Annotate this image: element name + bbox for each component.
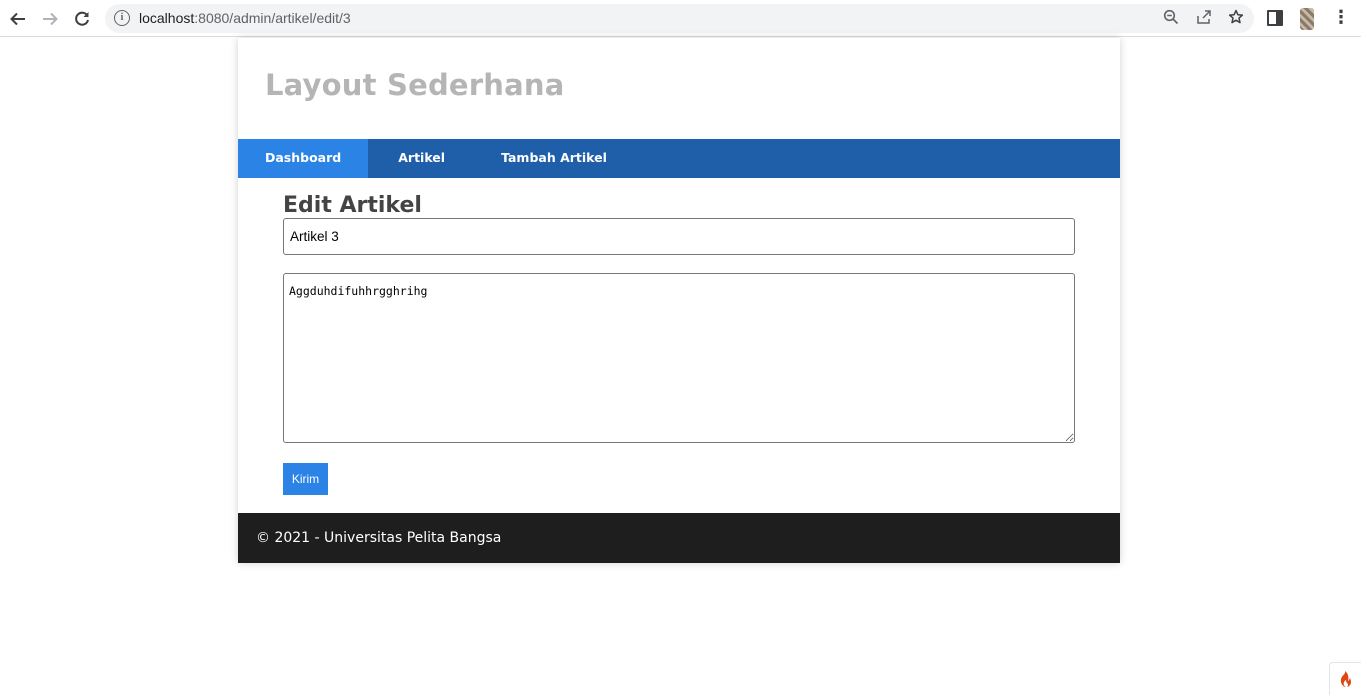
side-panel-icon[interactable] xyxy=(1264,7,1286,29)
nav-artikel[interactable]: Artikel xyxy=(368,139,474,178)
profile-avatar-icon[interactable] xyxy=(1300,8,1314,30)
zoom-icon[interactable] xyxy=(1161,9,1181,29)
site-footer: © 2021 - Universitas Pelita Bangsa xyxy=(238,513,1120,563)
nav-dashboard[interactable]: Dashboard xyxy=(238,139,369,178)
content-textarea[interactable]: Aggduhdifuhhrgghrihg xyxy=(283,273,1075,443)
bookmark-star-icon[interactable] xyxy=(1226,9,1246,29)
more-menu-icon[interactable]: ⋮ xyxy=(1332,6,1350,30)
page-container: Layout Sederhana Dashboard Artikel Tamba… xyxy=(238,38,1120,563)
share-icon[interactable] xyxy=(1194,9,1214,29)
url-text[interactable]: localhost:8080/admin/artikel/edit/3 xyxy=(139,10,351,26)
page-heading: Edit Artikel xyxy=(283,193,422,218)
address-bar[interactable]: i localhost:8080/admin/artikel/edit/3 xyxy=(105,4,1254,33)
main-nav: Dashboard Artikel Tambah Artikel xyxy=(238,139,1120,178)
codeigniter-flame-icon[interactable] xyxy=(1329,662,1361,695)
site-header: Layout Sederhana xyxy=(238,38,1120,139)
site-info-icon[interactable]: i xyxy=(114,10,130,26)
title-input[interactable] xyxy=(283,218,1075,255)
main-content: Edit Artikel Aggduhdifuhhrgghrihg Kirim xyxy=(238,178,1120,513)
footer-text: © 2021 - Universitas Pelita Bangsa xyxy=(256,530,502,546)
submit-button[interactable]: Kirim xyxy=(283,463,328,495)
nav-tambah-artikel[interactable]: Tambah Artikel xyxy=(474,139,634,178)
back-arrow-icon[interactable] xyxy=(6,7,30,31)
site-title: Layout Sederhana xyxy=(265,68,565,102)
reload-icon[interactable] xyxy=(70,7,94,31)
forward-arrow-icon[interactable] xyxy=(38,7,62,31)
browser-toolbar: i localhost:8080/admin/artikel/edit/3 ⋮ xyxy=(0,0,1361,37)
